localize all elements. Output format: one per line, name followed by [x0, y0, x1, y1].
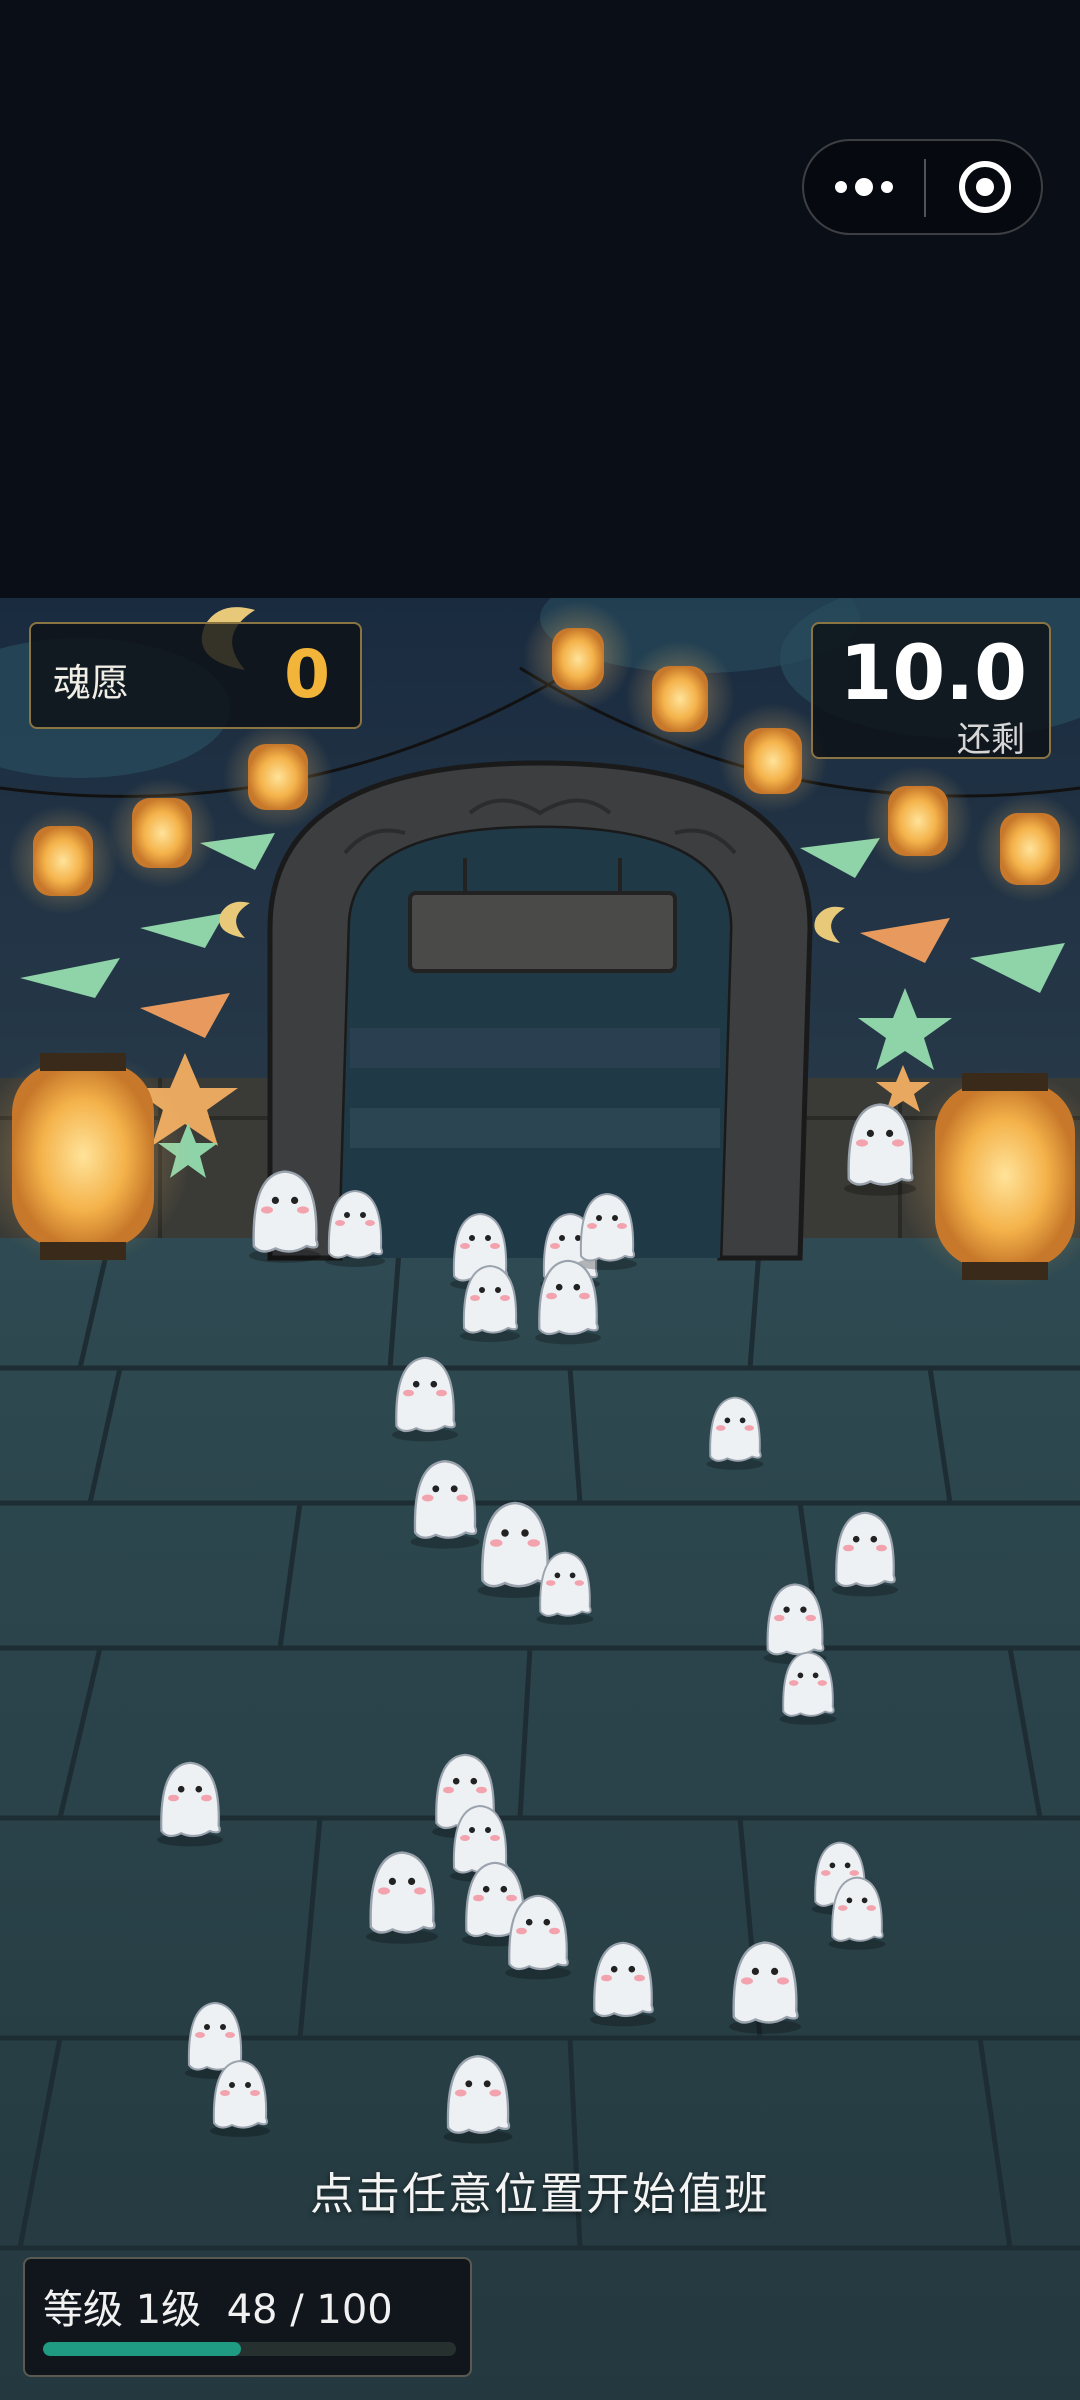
ghost-figure: [729, 1941, 801, 2034]
level-text: 等级 1级 48 / 100: [43, 2287, 393, 2333]
ghost-figure: [832, 1511, 898, 1597]
level-progress-fill: [43, 2342, 242, 2356]
game-scene[interactable]: [0, 598, 1080, 2400]
soul-wish-value: 0: [284, 636, 330, 713]
ghost-figure: [443, 2055, 513, 2144]
ghost-figure: [366, 1851, 438, 1944]
timer-value: 10.0: [839, 628, 1027, 717]
level-progress-bar: [43, 2342, 456, 2356]
ghost-figure: [157, 1761, 223, 1847]
ghost-figure: [577, 1192, 637, 1270]
more-dots-icon[interactable]: [804, 141, 924, 233]
mini-program-capsule: [802, 139, 1043, 235]
status-area: [0, 0, 1080, 598]
ghost-figure: [590, 1941, 656, 2027]
start-hint: 点击任意位置开始值班: [310, 2169, 770, 2220]
ghost-figure: [249, 1170, 321, 1263]
ghost-crowd: [157, 1103, 916, 2144]
timer-label: 还剩: [957, 720, 1025, 760]
ghost-figure: [410, 1460, 480, 1549]
ghost-figure: [325, 1189, 385, 1267]
ghost-figure: [392, 1356, 458, 1442]
level-panel: 等级 1级 48 / 100: [23, 2257, 472, 2377]
ghost-figure: [844, 1103, 916, 1196]
ghost-figure: [763, 1583, 827, 1665]
ghost-figure: [706, 1396, 764, 1470]
target-close-icon[interactable]: [926, 141, 1043, 233]
soul-wish-label: 魂愿: [53, 661, 130, 705]
timer-panel: 10.0 还剩: [811, 622, 1051, 760]
soul-wish-panel: 魂愿 0: [29, 622, 362, 729]
